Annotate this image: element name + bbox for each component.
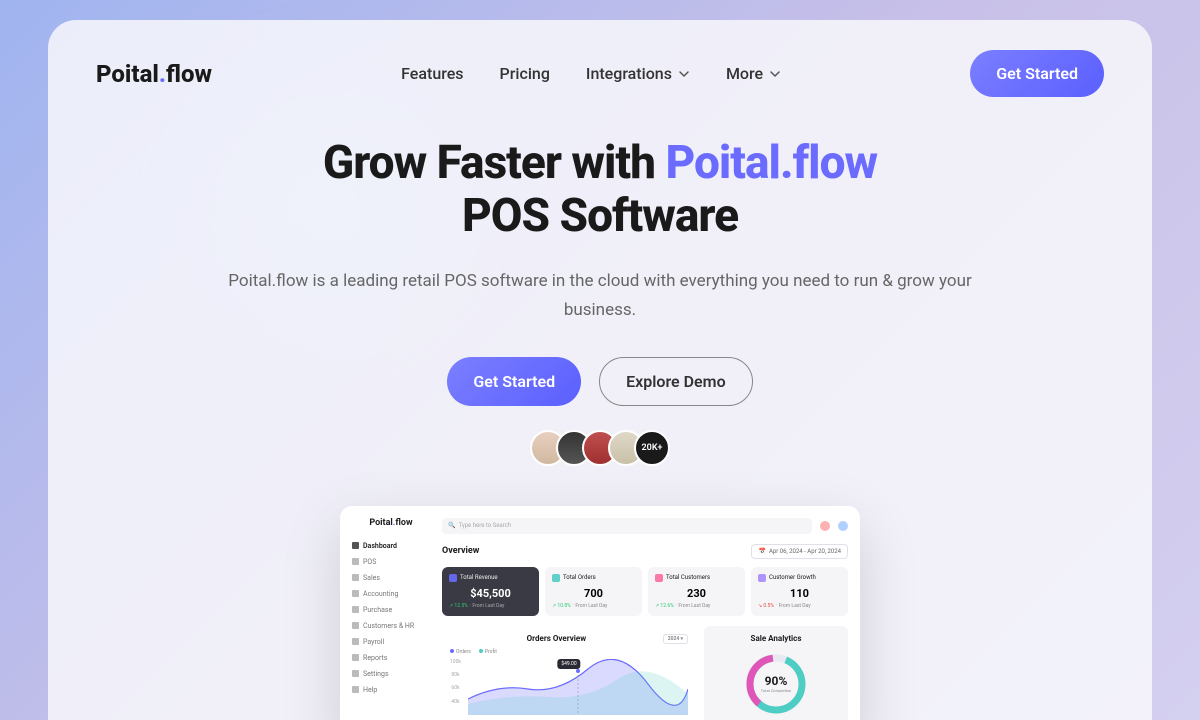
nav-cta-button[interactable]: Get Started — [970, 50, 1104, 97]
sidebar-item[interactable]: Purchase — [352, 602, 430, 618]
dash-search[interactable]: 🔍Type here to Search — [442, 518, 812, 534]
calendar-icon: 📅 — [758, 548, 765, 555]
main-nav: Poital.flow Features Pricing Integration… — [96, 50, 1104, 97]
hero-title: Grow Faster with Poital.flow POS Softwar… — [220, 137, 980, 243]
sidebar-item[interactable]: Reports — [352, 650, 430, 666]
hero-buttons: Get Started Explore Demo — [220, 357, 980, 406]
sidebar-item[interactable]: Dashboard — [352, 538, 430, 554]
avatar-stack: 20K+ — [220, 430, 980, 466]
year-select[interactable]: 2024 ▾ — [663, 634, 688, 644]
sidebar-item[interactable]: Customers & HR — [352, 618, 430, 634]
nav-pricing[interactable]: Pricing — [500, 64, 550, 83]
dash-logo: Poital.flow — [352, 518, 430, 528]
stat-card[interactable]: Total Revenue$45,500↗ 12.5% · From Last … — [442, 567, 539, 616]
nav-integrations[interactable]: Integrations — [586, 64, 690, 83]
nav-links: Features Pricing Integrations More — [401, 64, 781, 83]
brand-logo[interactable]: Poital.flow — [96, 60, 212, 88]
sidebar-item[interactable]: POS — [352, 554, 430, 570]
hero-cta-primary[interactable]: Get Started — [447, 357, 581, 406]
sidebar-item[interactable]: Help — [352, 682, 430, 698]
hero-section: Grow Faster with Poital.flow POS Softwar… — [220, 137, 980, 720]
donut-percent: 90% — [761, 674, 791, 688]
nav-more[interactable]: More — [726, 64, 781, 83]
chart-legend: Orders Profit — [450, 649, 688, 655]
stat-card[interactable]: Total Customers230↗ 12.6% · From Last Da… — [648, 567, 745, 616]
orders-overview-chart: Orders Overview 2024 ▾ Orders Profit 100… — [442, 626, 696, 720]
stat-cards: Total Revenue$45,500↗ 12.5% · From Last … — [442, 567, 848, 616]
sidebar-item[interactable]: Settings — [352, 666, 430, 682]
hero-subtitle: Poital.flow is a leading retail POS soft… — [220, 267, 980, 325]
sidebar-item[interactable]: Accounting — [352, 586, 430, 602]
dashboard-preview: Poital.flow DashboardPOSSalesAccountingP… — [340, 506, 860, 720]
stat-card[interactable]: Total Orders700↗ 10.8% · From Last Day — [545, 567, 642, 616]
page-card: Poital.flow Features Pricing Integration… — [48, 20, 1152, 720]
sidebar-item[interactable]: Sales — [352, 570, 430, 586]
chevron-down-icon — [769, 68, 781, 80]
avatar-count: 20K+ — [634, 430, 670, 466]
notification-icon[interactable] — [820, 521, 830, 531]
sale-analytics-chart: Sale Analytics 90% Total Completion — [704, 626, 848, 720]
dash-sidebar: Poital.flow DashboardPOSSalesAccountingP… — [352, 518, 430, 720]
sidebar-item[interactable]: Payroll — [352, 634, 430, 650]
user-avatar-icon[interactable] — [838, 521, 848, 531]
dash-overview-title: Overview — [442, 546, 479, 556]
chevron-down-icon — [678, 68, 690, 80]
donut-label: Total Completion — [761, 688, 791, 693]
nav-features[interactable]: Features — [401, 64, 463, 83]
hero-cta-secondary[interactable]: Explore Demo — [599, 357, 753, 406]
chart-tooltip: $49.00 — [557, 659, 580, 669]
stat-card[interactable]: Customer Growth110↘ 0.5% · From Last Day — [751, 567, 848, 616]
dash-main: 🔍Type here to Search Overview 📅 Apr 06, … — [442, 518, 848, 720]
date-range-picker[interactable]: 📅 Apr 06, 2024 - Apr 20, 2024 — [751, 544, 848, 559]
